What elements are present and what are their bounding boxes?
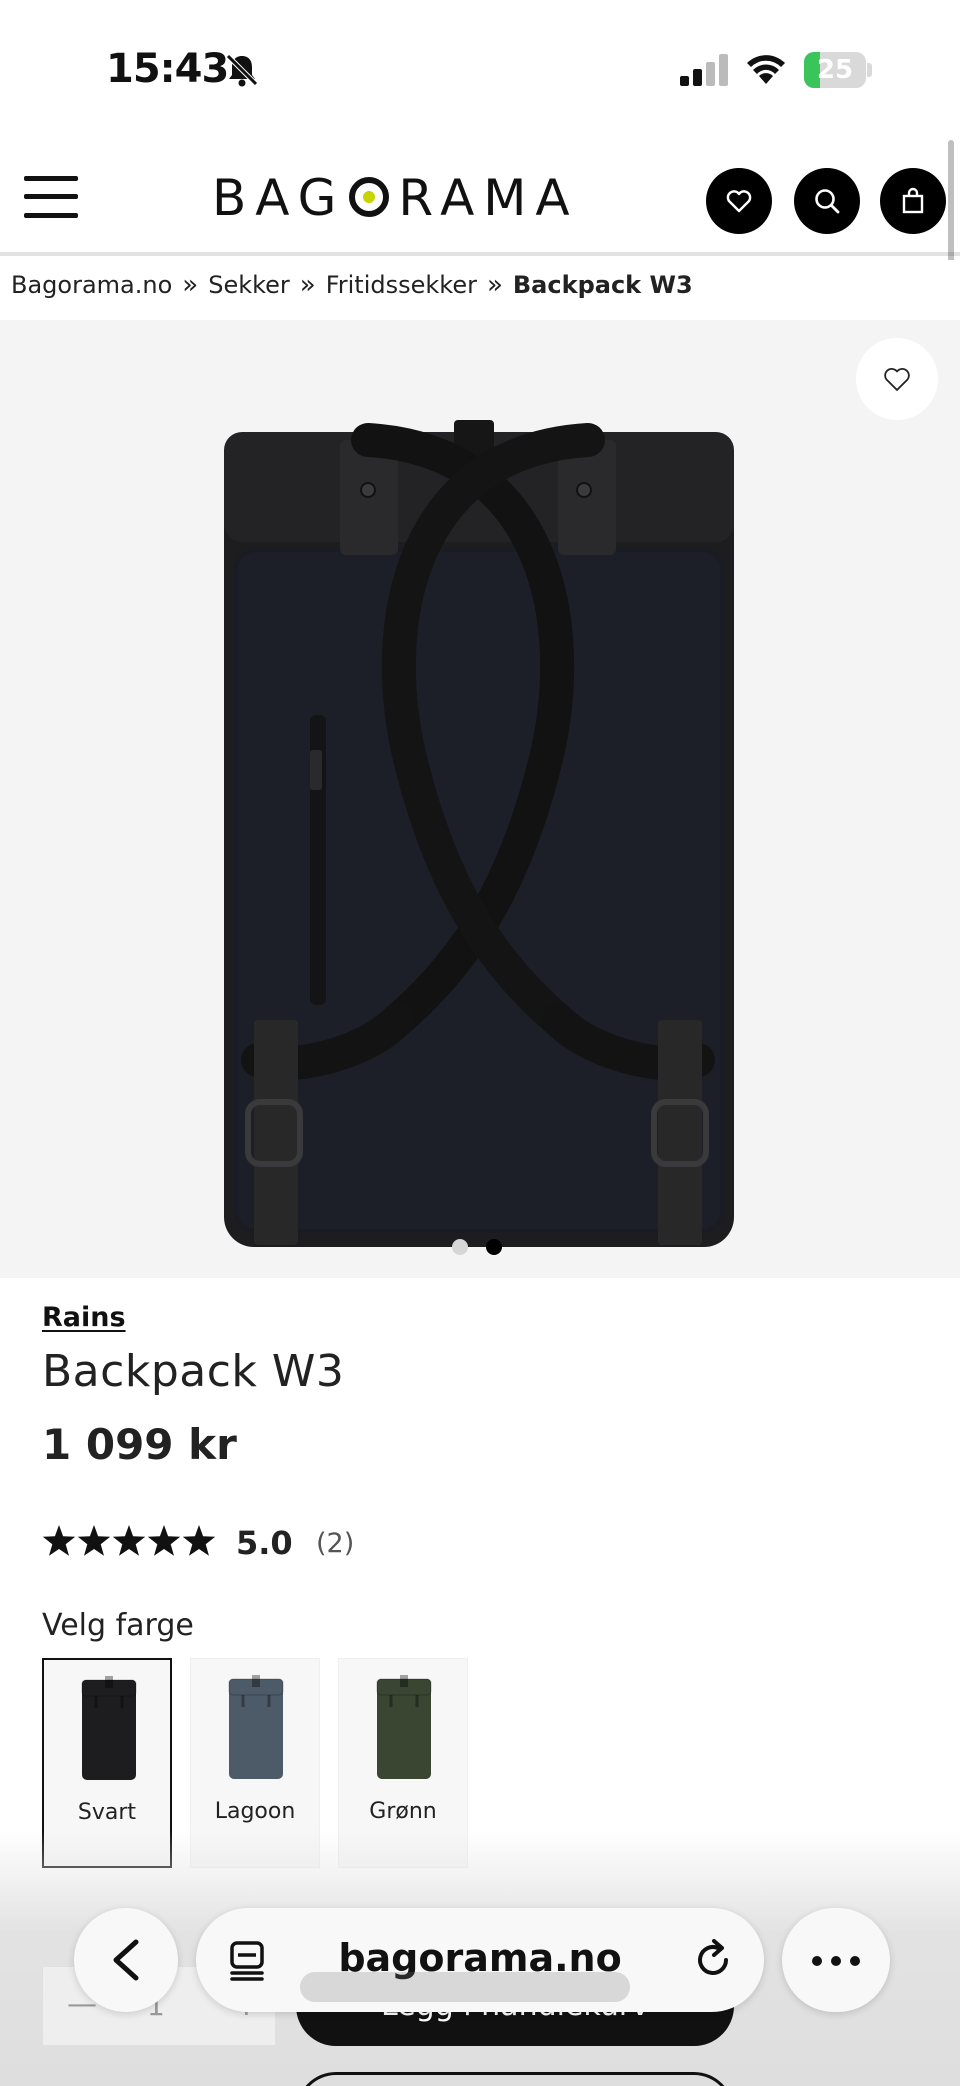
- product-gallery[interactable]: [0, 320, 960, 1278]
- star-icon: [112, 1525, 146, 1556]
- rating-value: 5.0: [236, 1524, 293, 1562]
- heart-outline-icon: [884, 368, 910, 391]
- add-to-wishlist-button[interactable]: [856, 338, 938, 420]
- breadcrumb-item-current: Backpack W3: [512, 271, 693, 299]
- logo-text-left: BAG: [212, 169, 346, 227]
- cart-button[interactable]: [880, 168, 946, 234]
- breadcrumb: Bagorama.no » Sekker » Fritidssekker » Backpac…: [0, 260, 960, 320]
- more-icon[interactable]: [782, 1908, 890, 2012]
- color-thumbnail: [339, 1659, 467, 1785]
- product-title: Backpack W3: [42, 1346, 345, 1397]
- star-icon: [147, 1525, 181, 1556]
- site-logo[interactable]: BAG RAMA: [212, 168, 579, 228]
- star-rating-icon: [42, 1525, 216, 1556]
- star-icon: [77, 1525, 111, 1556]
- site-header: BAG RAMA: [0, 140, 960, 256]
- logo-mark: [349, 177, 390, 217]
- reload-icon[interactable]: [692, 1938, 736, 1982]
- backpack-thumbnail-icon: [376, 1675, 432, 1779]
- star-icon: [182, 1525, 216, 1556]
- pagination-dot[interactable]: [486, 1239, 502, 1255]
- heart-icon: [726, 190, 752, 213]
- breadcrumb-separator: »: [299, 270, 316, 300]
- color-thumbnail: [191, 1659, 319, 1785]
- menu-button[interactable]: [24, 174, 80, 220]
- color-option-label: Lagoon: [214, 1799, 296, 1824]
- breadcrumb-item-home[interactable]: Bagorama.no: [11, 271, 172, 299]
- pagination-dot[interactable]: [452, 1239, 468, 1255]
- brand-link[interactable]: Rains: [42, 1302, 126, 1333]
- color-option-label: Grønn: [369, 1799, 437, 1824]
- status-bar: 15:43 25: [0, 0, 960, 140]
- product-price: 1 099 kr: [42, 1420, 237, 1469]
- breadcrumb-item-sekker[interactable]: Sekker: [208, 271, 290, 299]
- back-arrow-icon: [113, 1939, 139, 1981]
- color-heading: Velg farge: [42, 1608, 194, 1643]
- status-time: 15:43: [106, 46, 229, 92]
- backpack-thumbnail-icon: [228, 1675, 284, 1779]
- color-option-label: Svart: [77, 1800, 137, 1825]
- bell-slash-icon: [226, 54, 258, 87]
- breadcrumb-item-fritidssekker[interactable]: Fritidssekker: [326, 271, 477, 299]
- breadcrumb-separator: »: [486, 270, 503, 300]
- wifi-icon: [747, 55, 785, 84]
- gallery-pagination: [452, 1236, 512, 1258]
- wishlist-button[interactable]: [706, 168, 772, 234]
- star-icon: [42, 1525, 76, 1556]
- battery-icon: 25: [804, 52, 872, 88]
- shopping-bag-icon: [902, 187, 924, 214]
- home-indicator: [300, 1972, 630, 2002]
- logo-text-right: RAMA: [398, 169, 579, 227]
- browser-back-button[interactable]: [74, 1908, 178, 2012]
- search-button[interactable]: [794, 168, 860, 234]
- rating-count[interactable]: (2): [316, 1528, 354, 1559]
- color-thumbnail: [44, 1660, 170, 1786]
- secondary-buy-button[interactable]: [296, 2072, 734, 2086]
- breadcrumb-separator: »: [182, 270, 199, 300]
- signal-icon: [680, 54, 728, 86]
- battery-level: 25: [816, 55, 854, 85]
- product-image: [224, 420, 734, 1247]
- backpack-thumbnail-icon: [81, 1676, 137, 1780]
- search-icon: [815, 189, 840, 214]
